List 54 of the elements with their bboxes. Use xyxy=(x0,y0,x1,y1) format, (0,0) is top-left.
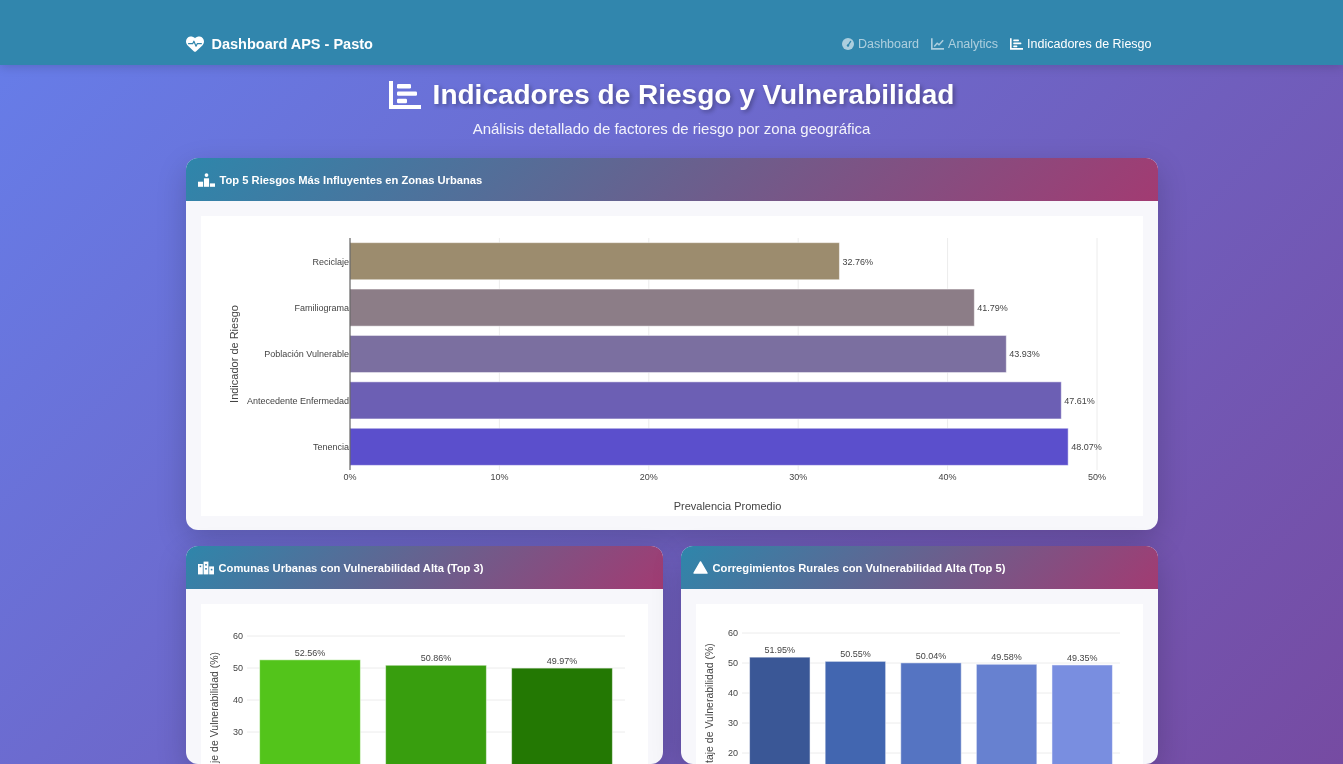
card-title: Top 5 Riesgos Más Influyentes en Zonas Urbanas xyxy=(219,173,483,186)
tick-label: 10% xyxy=(489,472,508,482)
tick-label: 30 xyxy=(727,718,738,729)
axis-title: taje de Vulnerabilidad (%) xyxy=(702,643,715,763)
triangle-icon xyxy=(692,561,708,574)
bar-chart-icon xyxy=(388,81,421,109)
card-title: Comunas Urbanas con Vulnerabilidad Alta (Top 3) xyxy=(218,561,484,574)
gauge-icon xyxy=(841,38,854,50)
podium-icon xyxy=(197,172,215,187)
page-title: Indicadores de Riesgo y Vulnerabilidad xyxy=(432,78,955,112)
value-label: 51.95% xyxy=(764,645,795,656)
tick-label: 60 xyxy=(727,628,738,639)
value-label: 47.61% xyxy=(1063,395,1095,406)
line-chart-icon xyxy=(931,38,945,50)
value-label: 50.04% xyxy=(915,650,946,661)
value-label: 43.93% xyxy=(1008,349,1040,360)
page-subtitle: Análisis detallado de factores de riesgo por zona geográfica xyxy=(471,119,872,139)
tick-label: 20 xyxy=(727,748,738,759)
tick-label: 50 xyxy=(232,663,243,674)
tick-label: 60 xyxy=(232,631,243,642)
tick-label: 0% xyxy=(343,472,356,482)
value-label: 32.76% xyxy=(841,256,873,267)
bar-chart-icon xyxy=(1010,38,1024,50)
axis-title: Prevalencia Promedio xyxy=(673,500,781,512)
buildings-icon xyxy=(197,560,214,575)
brand-link[interactable]: Dashboard APS - Pasto xyxy=(185,34,373,54)
tick-label: 40 xyxy=(727,688,738,699)
nav-link[interactable]: Indicadores de Riesgo xyxy=(1004,34,1158,54)
tick-label: 40 xyxy=(232,695,243,706)
value-label: 50.55% xyxy=(839,649,871,660)
card-title: Corregimientos Rurales con Vulnerabilidad Alta (Top 5) xyxy=(712,561,1006,574)
tick-label: 30 xyxy=(232,727,243,738)
value-label: 49.35% xyxy=(1066,652,1097,663)
value-label: 50.86% xyxy=(420,653,451,664)
tick-label: 40% xyxy=(938,472,957,482)
axis-title: Indicador de Riesgo xyxy=(227,305,240,403)
value-label: 49.97% xyxy=(546,656,577,667)
nav-link[interactable]: Dashboard xyxy=(835,34,926,54)
heartbeat-icon xyxy=(185,36,204,52)
value-label: 41.79% xyxy=(976,302,1008,313)
category-label: Reciclaje xyxy=(312,256,349,267)
tick-label: 30% xyxy=(788,472,807,482)
value-label: 49.58% xyxy=(990,652,1022,663)
category-label: Tenencia xyxy=(312,442,349,453)
category-label: Población Vulnerable xyxy=(263,349,349,360)
category-label: Antecedente Enfermedad xyxy=(246,395,349,406)
tick-label: 50 xyxy=(727,658,738,669)
tick-label: 50% xyxy=(1087,472,1106,482)
tick-label: 20% xyxy=(639,472,658,482)
value-label: 52.56% xyxy=(294,647,325,658)
axis-title: je de Vulnerabilidad (%) xyxy=(207,651,220,763)
category-label: Familiograma xyxy=(294,302,349,313)
value-label: 48.07% xyxy=(1070,442,1102,453)
nav-link[interactable]: Analytics xyxy=(925,34,1005,54)
